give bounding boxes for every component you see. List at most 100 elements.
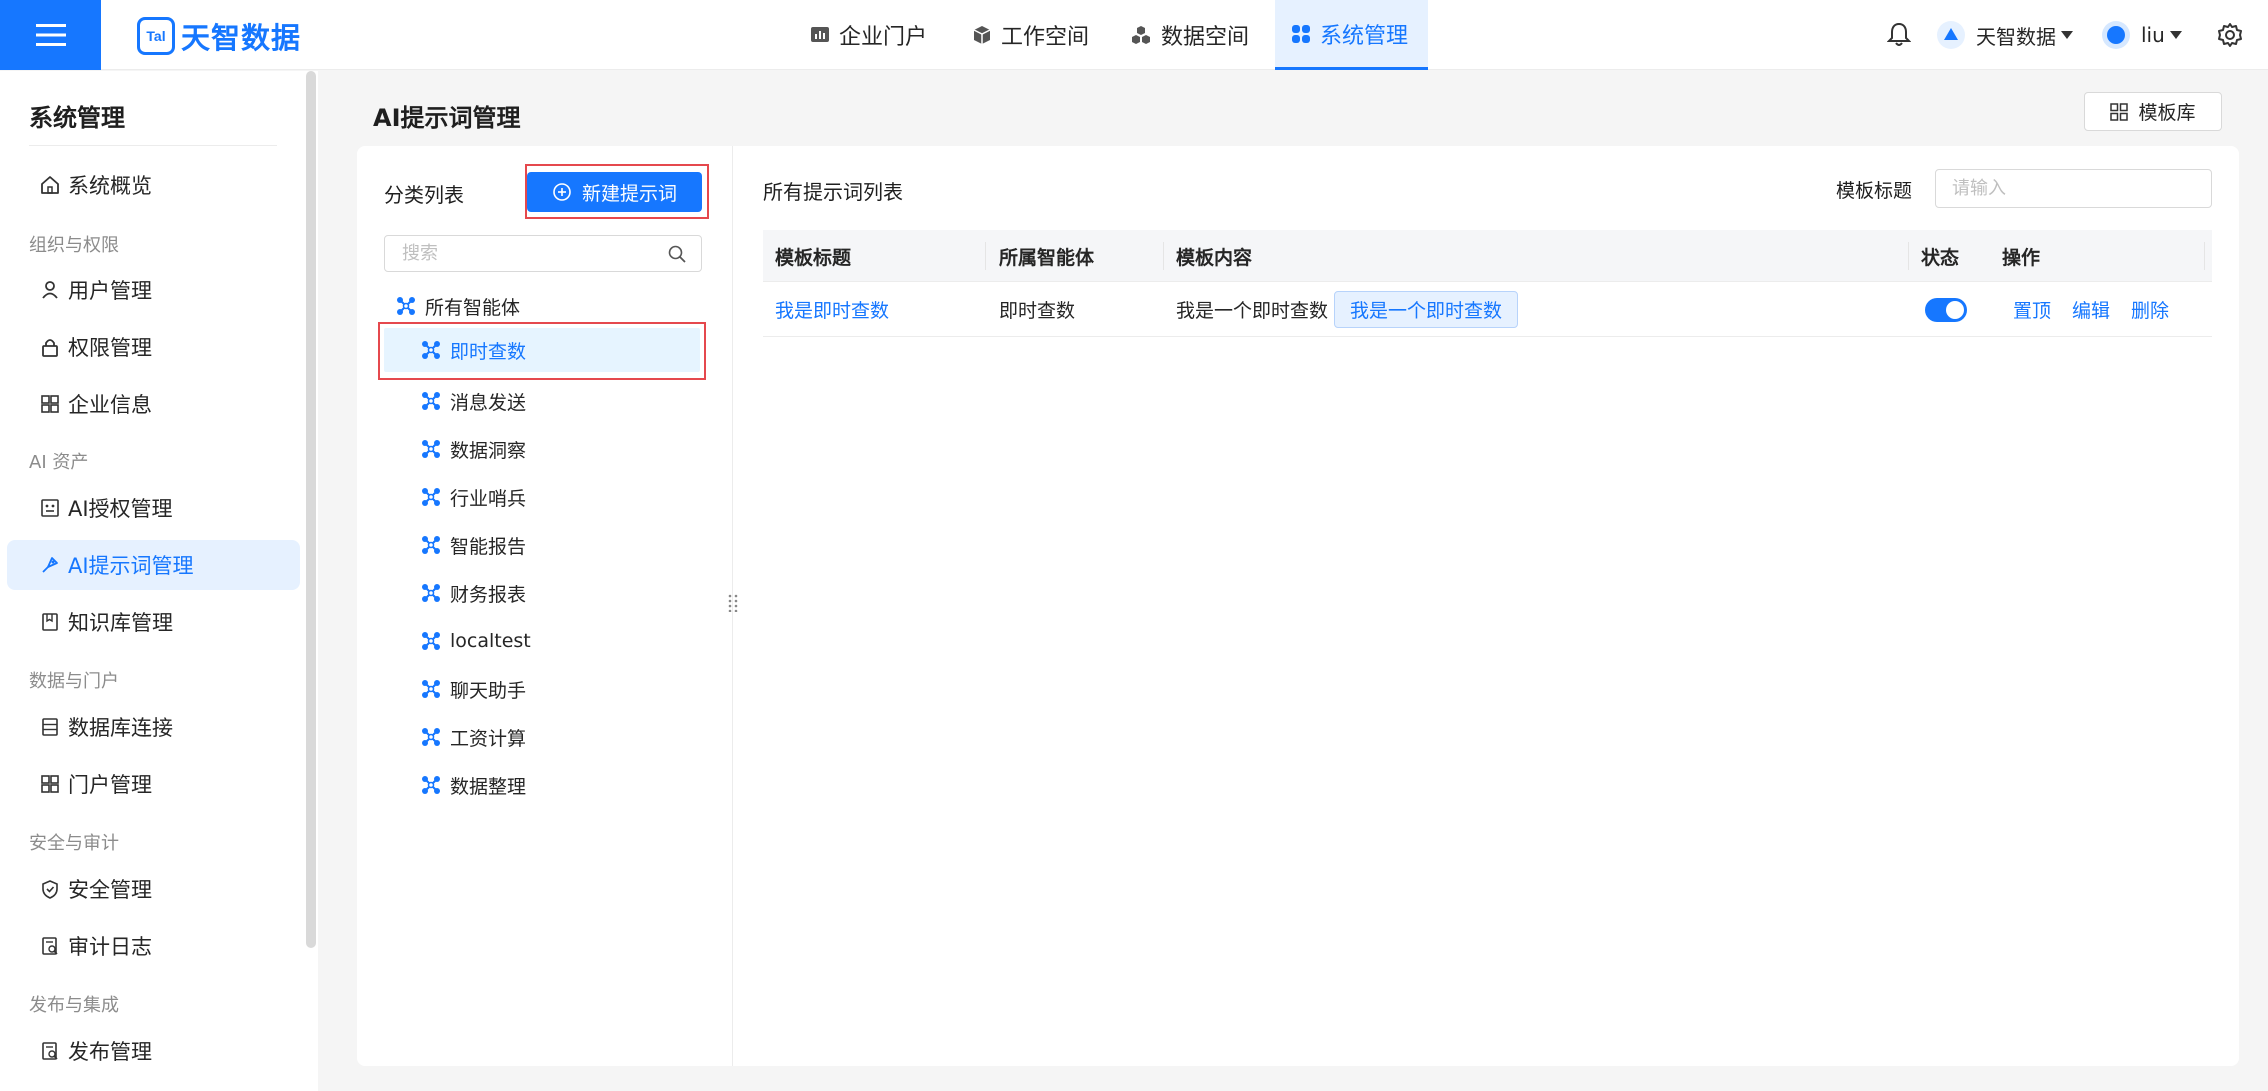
sidebar-item-label: 数据库连接 bbox=[68, 716, 173, 740]
delete-link[interactable]: 删除 bbox=[2131, 282, 2169, 337]
top-bar: Tal 天智数据 企业门户 工作空间 数据空间 系统管理 天智数据 liu bbox=[0, 0, 2268, 70]
table-row: 我是即时查数 即时查数 我是一个即时查数 我是一个即时查数 置顶 编辑 删除 bbox=[763, 282, 2212, 337]
main-card: 分类列表 新建提示词 所有智能体 即时查数 消息发送 数据洞察 bbox=[357, 146, 2239, 1066]
sidebar-group-label: AI 资产 bbox=[29, 452, 89, 473]
user-menu[interactable]: liu bbox=[2101, 0, 2182, 70]
org-switcher[interactable]: 天智数据 bbox=[1936, 0, 2073, 70]
sidebar-item-permissions[interactable]: 权限管理 bbox=[7, 322, 300, 372]
caret-down-icon bbox=[2061, 31, 2073, 39]
sidebar-item-users[interactable]: 用户管理 bbox=[7, 265, 300, 315]
tree-label: localtest bbox=[450, 630, 531, 652]
agent-node-icon bbox=[422, 392, 440, 410]
drag-handle-icon[interactable] bbox=[728, 594, 738, 612]
highlight-box bbox=[378, 322, 706, 380]
tree-label: 工资计算 bbox=[450, 727, 527, 750]
shield-icon bbox=[42, 880, 58, 899]
sidebar-group-label: 组织与权限 bbox=[29, 235, 119, 256]
status-toggle[interactable] bbox=[1925, 297, 1967, 322]
tree-label: 数据整理 bbox=[450, 775, 527, 798]
column-separator bbox=[1908, 242, 1909, 270]
sidebar-item-ai-auth[interactable]: AI授权管理 bbox=[7, 483, 300, 533]
nav-label: 系统管理 bbox=[1320, 23, 1409, 49]
sidebar-item-ai-prompts[interactable]: AI提示词管理 bbox=[7, 540, 300, 590]
tree-label: 财务报表 bbox=[450, 583, 527, 606]
sidebar-item-portal-management[interactable]: 门户管理 bbox=[7, 759, 300, 809]
sidebar-item-security[interactable]: 安全管理 bbox=[7, 864, 300, 914]
category-panel: 分类列表 新建提示词 所有智能体 即时查数 消息发送 数据洞察 bbox=[357, 146, 733, 1066]
search-icon[interactable] bbox=[667, 244, 687, 264]
sidebar-group-label: 数据与门户 bbox=[29, 671, 119, 692]
agent-cell: 即时查数 bbox=[999, 300, 1076, 322]
tree-item-data-insight[interactable]: 数据洞察 bbox=[421, 427, 526, 471]
column-separator bbox=[985, 242, 986, 270]
nav-system-management[interactable]: 系统管理 bbox=[1275, 0, 1428, 70]
nav-label: 企业门户 bbox=[839, 25, 928, 50]
org-name: 天智数据 bbox=[1976, 24, 2056, 49]
sidebar-item-company-info[interactable]: 企业信息 bbox=[7, 379, 300, 429]
user-avatar-icon bbox=[2102, 21, 2130, 49]
bar-chart-icon bbox=[811, 27, 829, 42]
grid-icon bbox=[2110, 102, 2129, 121]
agent-node-icon bbox=[422, 632, 440, 650]
prompt-icon bbox=[42, 557, 58, 573]
edit-link[interactable]: 编辑 bbox=[2072, 282, 2110, 337]
sidebar-item-label: 企业信息 bbox=[68, 393, 152, 417]
sidebar-item-label: 用户管理 bbox=[68, 279, 152, 303]
column-header: 状态 bbox=[1921, 246, 1960, 269]
user-name: liu bbox=[2141, 23, 2165, 47]
nav-enterprise-portal[interactable]: 企业门户 bbox=[810, 0, 940, 70]
tree-item-localtest[interactable]: localtest bbox=[421, 619, 531, 663]
agent-node-icon bbox=[422, 776, 440, 794]
brand-name: 天智数据 bbox=[181, 21, 302, 55]
lock-icon bbox=[42, 339, 58, 357]
pin-to-top-link[interactable]: 置顶 bbox=[2013, 282, 2051, 337]
highlight-box bbox=[525, 164, 709, 219]
sidebar-item-publish[interactable]: 发布管理 bbox=[7, 1026, 300, 1076]
settings-button[interactable] bbox=[2217, 0, 2243, 70]
nav-workspace[interactable]: 工作空间 bbox=[972, 0, 1102, 70]
sidebar-divider bbox=[29, 145, 277, 146]
category-search-input[interactable] bbox=[385, 236, 645, 271]
agent-node-icon bbox=[422, 536, 440, 554]
category-search-box bbox=[384, 235, 702, 272]
cube-icon bbox=[973, 26, 991, 44]
gear-icon bbox=[2218, 23, 2242, 47]
user-icon bbox=[42, 281, 58, 299]
template-title-link[interactable]: 我是即时查数 bbox=[775, 282, 889, 337]
grid-icon bbox=[41, 395, 59, 413]
nav-data-space[interactable]: 数据空间 bbox=[1130, 0, 1260, 70]
content-text: 我是一个即时查数 bbox=[1176, 300, 1329, 322]
tree-label: 数据洞察 bbox=[450, 439, 527, 462]
sidebar-item-label: 知识库管理 bbox=[68, 611, 173, 635]
grid-icon bbox=[41, 775, 59, 793]
sidebar-item-label: 发布管理 bbox=[68, 1040, 152, 1064]
tree-item-industry-sentinel[interactable]: 行业哨兵 bbox=[421, 475, 526, 519]
sidebar-title: 系统管理 bbox=[29, 104, 125, 132]
tree-item-chat-assistant[interactable]: 聊天助手 bbox=[421, 667, 526, 711]
sidebar-item-database-connection[interactable]: 数据库连接 bbox=[7, 702, 300, 752]
tree-item-salary-calc[interactable]: 工资计算 bbox=[421, 715, 526, 759]
tree-item-message-send[interactable]: 消息发送 bbox=[421, 379, 526, 423]
tree-item-data-organize[interactable]: 数据整理 bbox=[421, 763, 526, 807]
sidebar-item-label: AI提示词管理 bbox=[68, 554, 194, 578]
sidebar-scrollbar[interactable] bbox=[306, 71, 316, 948]
menu-toggle-button[interactable] bbox=[0, 0, 101, 70]
template-title-filter-input[interactable] bbox=[1935, 169, 2212, 208]
sidebar-item-knowledge-base[interactable]: 知识库管理 bbox=[7, 597, 300, 647]
agent-node-icon bbox=[422, 728, 440, 746]
tree-item-smart-report[interactable]: 智能报告 bbox=[421, 523, 526, 567]
tree-item-financial-statements[interactable]: 财务报表 bbox=[421, 571, 526, 615]
sidebar-item-audit-log[interactable]: 审计日志 bbox=[7, 921, 300, 971]
tree-label: 所有智能体 bbox=[425, 296, 521, 319]
org-avatar-icon bbox=[1937, 21, 1965, 49]
column-header: 操作 bbox=[2002, 246, 2041, 269]
logo-mark: Tal bbox=[137, 17, 175, 55]
template-library-button[interactable]: 模板库 bbox=[2084, 92, 2222, 131]
sidebar-item-label: 门户管理 bbox=[68, 773, 152, 797]
sidebar-item-overview[interactable]: 系统概览 bbox=[7, 160, 300, 210]
sidebar-item-label: 权限管理 bbox=[68, 336, 152, 360]
notification-button[interactable] bbox=[1887, 0, 1911, 70]
column-header: 模板内容 bbox=[1176, 246, 1253, 269]
category-title: 分类列表 bbox=[384, 183, 464, 207]
brand-logo[interactable]: Tal 天智数据 bbox=[137, 15, 301, 57]
